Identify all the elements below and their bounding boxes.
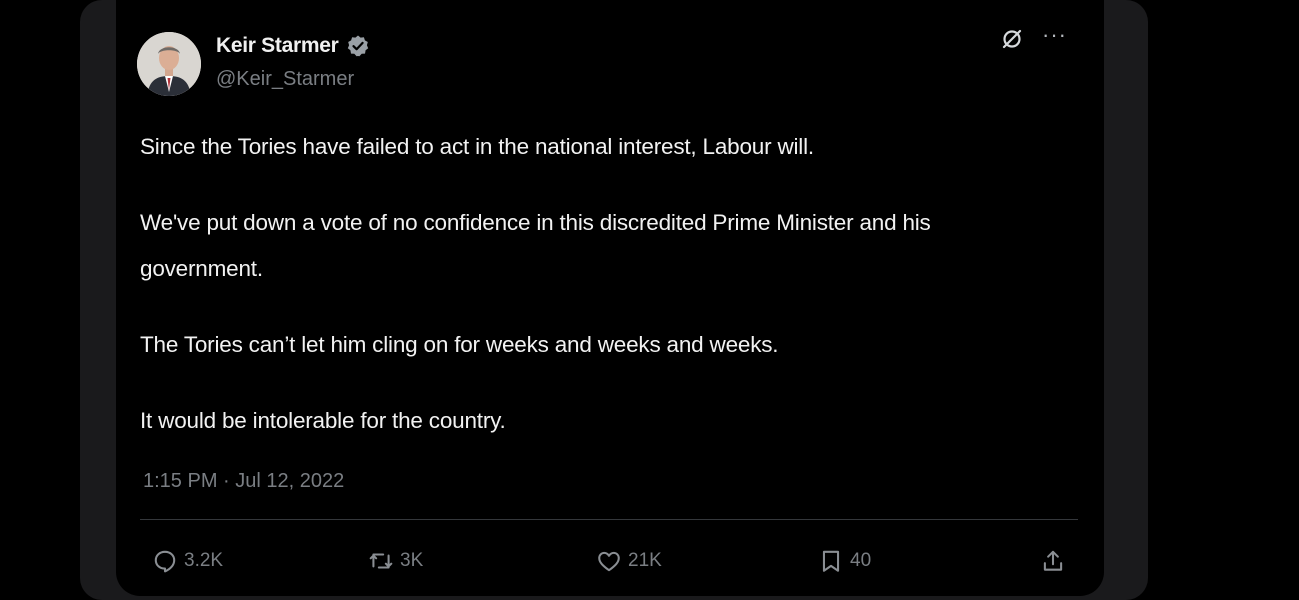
display-name[interactable]: Keir Starmer — [216, 34, 339, 58]
tweet-header-actions: ··· — [1000, 24, 1067, 51]
tweet-text: Since the Tories have failed to act in t… — [140, 124, 1040, 474]
author-handle[interactable]: @Keir_Starmer — [216, 68, 354, 91]
tweet-paragraph: Since the Tories have failed to act in t… — [140, 134, 814, 159]
tweet-timestamp[interactable]: 1:15 PM · Jul 12, 2022 — [143, 470, 344, 493]
author-name-row[interactable]: Keir Starmer — [216, 34, 370, 58]
bookmark-icon — [822, 550, 840, 572]
like-icon — [598, 551, 620, 572]
like-button[interactable]: 21K — [596, 548, 662, 574]
tweet-paragraph: We've put down a vote of no confidence i… — [140, 210, 931, 281]
share-icon — [1043, 550, 1063, 571]
share-button[interactable] — [1040, 548, 1066, 574]
action-bar-divider — [140, 519, 1078, 520]
bookmark-count: 40 — [850, 550, 872, 571]
repost-button[interactable]: 3K — [368, 548, 423, 574]
more-icon[interactable]: ··· — [1042, 24, 1067, 46]
like-count: 21K — [628, 550, 662, 571]
reply-button[interactable]: 3.2K — [152, 548, 223, 574]
avatar-image — [137, 32, 201, 96]
tweet-paragraph: It would be intolerable for the country. — [140, 408, 506, 433]
bookmark-button[interactable]: 40 — [818, 548, 871, 574]
repost-icon — [369, 553, 393, 569]
tweet-paragraph: The Tories can’t let him cling on for we… — [140, 332, 779, 357]
verified-badge-icon — [348, 35, 369, 57]
reply-icon — [154, 550, 176, 573]
screenshot-stage: Keir Starmer @Keir_Starmer ··· Since the… — [0, 0, 1299, 600]
repost-count: 3K — [400, 550, 424, 571]
avatar[interactable] — [137, 32, 201, 96]
grok-icon[interactable] — [1000, 27, 1024, 51]
reply-count: 3.2K — [184, 550, 224, 571]
